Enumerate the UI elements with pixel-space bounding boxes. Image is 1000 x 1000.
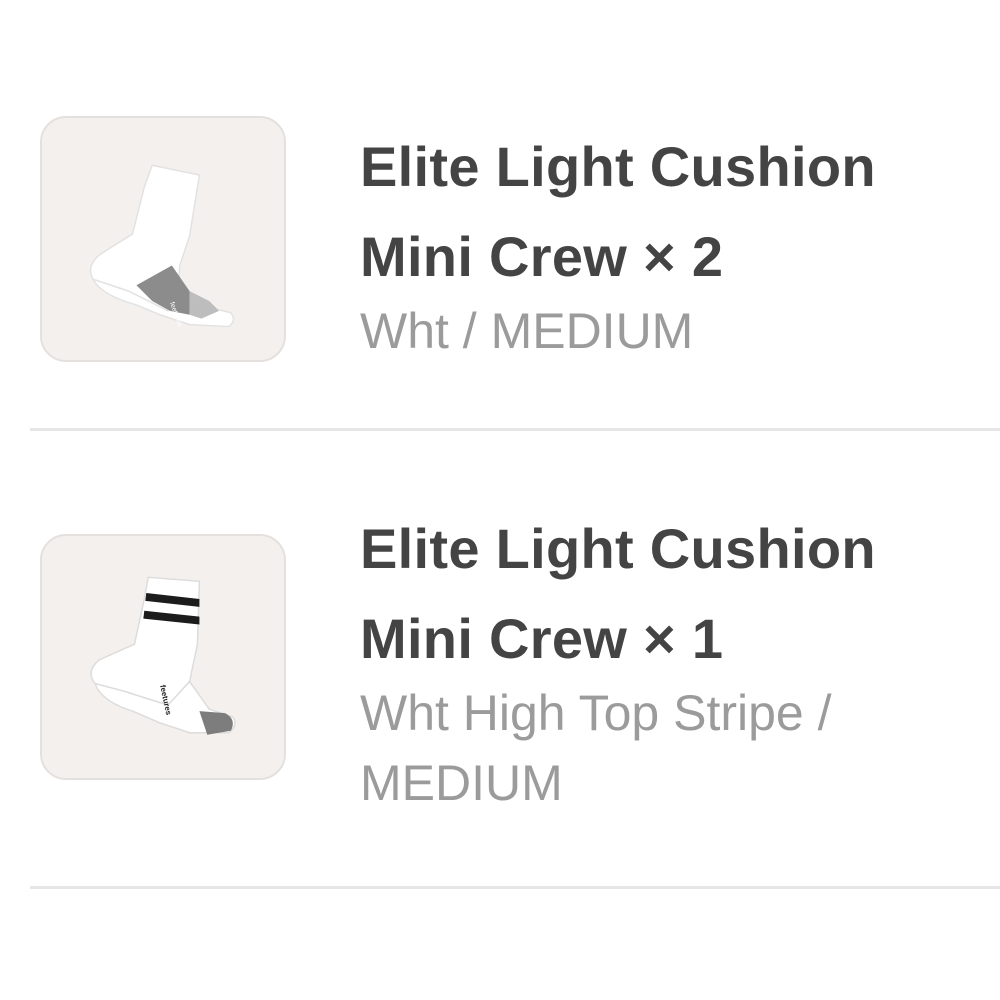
item-title-line2: Mini Crew × 2 (360, 225, 724, 288)
white-sock-image: feetures (89, 164, 235, 327)
item-variant: Wht High Top Stripe / MEDIUM (360, 685, 832, 811)
item-title-line1: Elite Light Cushion (360, 517, 876, 580)
item-details: Elite Light Cushion Mini Crew × 2 Wht / … (360, 122, 960, 366)
order-item[interactable]: feetures Elite Light Cushion Mini Crew ×… (0, 0, 1000, 430)
item-variant: Wht / MEDIUM (360, 303, 694, 359)
divider (30, 428, 1000, 431)
striped-sock-image: feetures (90, 576, 236, 735)
order-items-list: feetures Elite Light Cushion Mini Crew ×… (0, 0, 1000, 1000)
product-image: feetures (40, 116, 286, 362)
item-details: Elite Light Cushion Mini Crew × 1 Wht Hi… (360, 504, 960, 818)
order-item[interactable]: feetures Elite Light Cushion Mini Crew ×… (0, 432, 1000, 887)
item-title-line1: Elite Light Cushion (360, 135, 876, 198)
divider (30, 886, 1000, 889)
product-image: feetures (40, 534, 286, 780)
item-title-line2: Mini Crew × 1 (360, 607, 724, 670)
